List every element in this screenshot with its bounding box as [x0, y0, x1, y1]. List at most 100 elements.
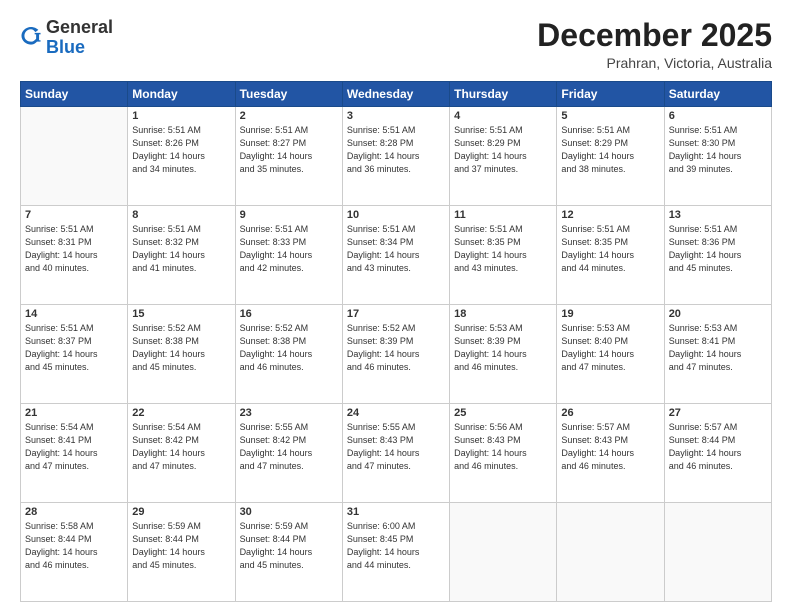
day-number: 16 [240, 308, 338, 320]
table-row: 17 Sunrise: 5:52 AMSunset: 8:39 PMDayligh… [342, 305, 449, 404]
day-number: 19 [561, 308, 659, 320]
table-row: 27 Sunrise: 5:57 AMSunset: 8:44 PMDayligh… [664, 404, 771, 503]
logo-blue: Blue [46, 37, 85, 57]
day-number: 10 [347, 209, 445, 221]
day-info: Sunrise: 5:51 AMSunset: 8:31 PMDaylight:… [25, 223, 123, 275]
day-info: Sunrise: 5:51 AMSunset: 8:35 PMDaylight:… [561, 223, 659, 275]
col-thursday: Thursday [450, 82, 557, 107]
day-number: 22 [132, 407, 230, 419]
table-row: 12 Sunrise: 5:51 AMSunset: 8:35 PMDayligh… [557, 206, 664, 305]
table-row: 22 Sunrise: 5:54 AMSunset: 8:42 PMDayligh… [128, 404, 235, 503]
table-row: 26 Sunrise: 5:57 AMSunset: 8:43 PMDayligh… [557, 404, 664, 503]
day-number: 25 [454, 407, 552, 419]
calendar-week-row: 21 Sunrise: 5:54 AMSunset: 8:41 PMDayligh… [21, 404, 772, 503]
table-row: 2 Sunrise: 5:51 AMSunset: 8:27 PMDaylight… [235, 107, 342, 206]
day-info: Sunrise: 5:53 AMSunset: 8:40 PMDaylight:… [561, 322, 659, 374]
day-info: Sunrise: 5:51 AMSunset: 8:26 PMDaylight:… [132, 124, 230, 176]
day-number: 7 [25, 209, 123, 221]
day-number: 21 [25, 407, 123, 419]
day-number: 26 [561, 407, 659, 419]
table-row [664, 503, 771, 602]
table-row: 24Sunrise: 5:55 AMSunset: 8:43 PMDayligh… [342, 404, 449, 503]
day-info: Sunrise: 5:51 AMSunset: 8:27 PMDaylight:… [240, 124, 338, 176]
day-info: Sunrise: 5:52 AMSunset: 8:39 PMDaylight:… [347, 322, 445, 374]
day-number: 24 [347, 407, 445, 419]
day-info: Sunrise: 5:51 AMSunset: 8:32 PMDaylight:… [132, 223, 230, 275]
table-row: 1 Sunrise: 5:51 AMSunset: 8:26 PMDaylight… [128, 107, 235, 206]
day-info: Sunrise: 5:53 AMSunset: 8:39 PMDaylight:… [454, 322, 552, 374]
day-info: Sunrise: 5:51 AMSunset: 8:33 PMDaylight:… [240, 223, 338, 275]
day-number: 13 [669, 209, 767, 221]
day-info: Sunrise: 5:57 AMSunset: 8:43 PMDaylight:… [561, 421, 659, 473]
day-info: Sunrise: 5:52 AMSunset: 8:38 PMDaylight:… [240, 322, 338, 374]
day-number: 18 [454, 308, 552, 320]
day-info: Sunrise: 5:59 AMSunset: 8:44 PMDaylight:… [240, 520, 338, 572]
day-number: 4 [454, 110, 552, 122]
day-number: 27 [669, 407, 767, 419]
page: General Blue December 2025 Prahran, Vict… [0, 0, 792, 612]
table-row: 6 Sunrise: 5:51 AMSunset: 8:30 PMDaylight… [664, 107, 771, 206]
table-row: 14Sunrise: 5:51 AMSunset: 8:37 PMDayligh… [21, 305, 128, 404]
table-row: 7 Sunrise: 5:51 AMSunset: 8:31 PMDaylight… [21, 206, 128, 305]
day-number: 8 [132, 209, 230, 221]
day-info: Sunrise: 5:53 AMSunset: 8:41 PMDaylight:… [669, 322, 767, 374]
logo-general: General [46, 17, 113, 37]
day-info: Sunrise: 6:00 AMSunset: 8:45 PMDaylight:… [347, 520, 445, 572]
day-number: 9 [240, 209, 338, 221]
header: General Blue December 2025 Prahran, Vict… [20, 18, 772, 71]
table-row: 31Sunrise: 6:00 AMSunset: 8:45 PMDayligh… [342, 503, 449, 602]
day-info: Sunrise: 5:59 AMSunset: 8:44 PMDaylight:… [132, 520, 230, 572]
day-info: Sunrise: 5:51 AMSunset: 8:35 PMDaylight:… [454, 223, 552, 275]
day-number: 28 [25, 506, 123, 518]
day-number: 23 [240, 407, 338, 419]
day-info: Sunrise: 5:51 AMSunset: 8:37 PMDaylight:… [25, 322, 123, 374]
calendar-week-row: 1 Sunrise: 5:51 AMSunset: 8:26 PMDaylight… [21, 107, 772, 206]
table-row: 28 Sunrise: 5:58 AMSunset: 8:44 PMDayligh… [21, 503, 128, 602]
day-info: Sunrise: 5:54 AMSunset: 8:42 PMDaylight:… [132, 421, 230, 473]
calendar: Sunday Monday Tuesday Wednesday Thursday… [20, 81, 772, 602]
col-friday: Friday [557, 82, 664, 107]
day-number: 3 [347, 110, 445, 122]
day-info: Sunrise: 5:58 AMSunset: 8:44 PMDaylight:… [25, 520, 123, 572]
table-row: 29Sunrise: 5:59 AMSunset: 8:44 PMDayligh… [128, 503, 235, 602]
day-number: 11 [454, 209, 552, 221]
day-info: Sunrise: 5:52 AMSunset: 8:38 PMDaylight:… [132, 322, 230, 374]
table-row: 19 Sunrise: 5:53 AMSunset: 8:40 PMDayligh… [557, 305, 664, 404]
table-row: 13Sunrise: 5:51 AMSunset: 8:36 PMDayligh… [664, 206, 771, 305]
day-number: 5 [561, 110, 659, 122]
day-info: Sunrise: 5:57 AMSunset: 8:44 PMDaylight:… [669, 421, 767, 473]
table-row: 10Sunrise: 5:51 AMSunset: 8:34 PMDayligh… [342, 206, 449, 305]
table-row: 23Sunrise: 5:55 AMSunset: 8:42 PMDayligh… [235, 404, 342, 503]
table-row: 21 Sunrise: 5:54 AMSunset: 8:41 PMDayligh… [21, 404, 128, 503]
day-number: 30 [240, 506, 338, 518]
col-monday: Monday [128, 82, 235, 107]
col-tuesday: Tuesday [235, 82, 342, 107]
table-row: 4Sunrise: 5:51 AMSunset: 8:29 PMDaylight… [450, 107, 557, 206]
day-info: Sunrise: 5:54 AMSunset: 8:41 PMDaylight:… [25, 421, 123, 473]
day-info: Sunrise: 5:51 AMSunset: 8:28 PMDaylight:… [347, 124, 445, 176]
title-block: December 2025 Prahran, Victoria, Austral… [537, 18, 772, 71]
day-info: Sunrise: 5:51 AMSunset: 8:29 PMDaylight:… [561, 124, 659, 176]
calendar-week-row: 14Sunrise: 5:51 AMSunset: 8:37 PMDayligh… [21, 305, 772, 404]
table-row: 30 Sunrise: 5:59 AMSunset: 8:44 PMDayligh… [235, 503, 342, 602]
day-info: Sunrise: 5:56 AMSunset: 8:43 PMDaylight:… [454, 421, 552, 473]
day-info: Sunrise: 5:51 AMSunset: 8:30 PMDaylight:… [669, 124, 767, 176]
table-row: 5 Sunrise: 5:51 AMSunset: 8:29 PMDaylight… [557, 107, 664, 206]
calendar-week-row: 7 Sunrise: 5:51 AMSunset: 8:31 PMDaylight… [21, 206, 772, 305]
table-row: 11 Sunrise: 5:51 AMSunset: 8:35 PMDayligh… [450, 206, 557, 305]
table-row: 20Sunrise: 5:53 AMSunset: 8:41 PMDayligh… [664, 305, 771, 404]
table-row: 16 Sunrise: 5:52 AMSunset: 8:38 PMDayligh… [235, 305, 342, 404]
day-number: 17 [347, 308, 445, 320]
table-row: 8 Sunrise: 5:51 AMSunset: 8:32 PMDaylight… [128, 206, 235, 305]
col-wednesday: Wednesday [342, 82, 449, 107]
day-number: 6 [669, 110, 767, 122]
day-number: 2 [240, 110, 338, 122]
day-number: 1 [132, 110, 230, 122]
day-number: 12 [561, 209, 659, 221]
col-saturday: Saturday [664, 82, 771, 107]
logo-icon [20, 27, 42, 49]
logo-text: General Blue [46, 18, 113, 58]
table-row [450, 503, 557, 602]
table-row: 25 Sunrise: 5:56 AMSunset: 8:43 PMDayligh… [450, 404, 557, 503]
table-row [21, 107, 128, 206]
